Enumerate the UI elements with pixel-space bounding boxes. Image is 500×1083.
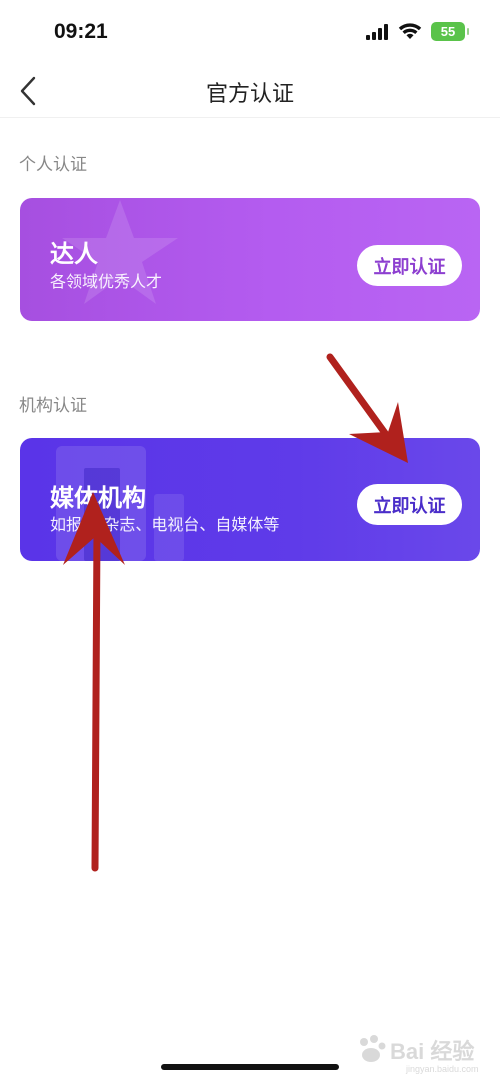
card-title: 达人 — [50, 240, 98, 268]
status-bar: 09:21 55 — [0, 0, 500, 64]
wifi-icon — [398, 23, 422, 39]
page-title: 官方认证 — [205, 82, 294, 107]
home-indicator[interactable] — [161, 1064, 339, 1070]
section-label-organization: 机构认证 — [19, 396, 87, 416]
media-organization-card[interactable]: 媒体机构 如报刊/杂志、电视台、自媒体等 立即认证 — [20, 438, 480, 561]
cellular-signal-icon — [366, 24, 388, 40]
talent-certify-button[interactable]: 立即认证 — [357, 245, 462, 286]
card-subtitle: 各领域优秀人才 — [50, 272, 163, 291]
baidu-jingyan-watermark: Bai 经验 jingyan.baidu.com — [350, 1030, 490, 1080]
watermark-brand: Bai 经验 — [390, 1039, 475, 1064]
media-certify-button[interactable]: 立即认证 — [357, 484, 462, 525]
battery-level: 55 — [440, 24, 456, 39]
card-subtitle: 如报刊/杂志、电视台、自媒体等 — [50, 515, 280, 534]
battery-icon: 55 — [431, 22, 469, 41]
status-time: 09:21 — [54, 20, 108, 43]
card-title: 媒体机构 — [50, 484, 146, 512]
watermark-site: jingyan.baidu.com — [406, 1064, 479, 1074]
navigation-bar: 官方认证 — [0, 64, 500, 118]
talent-certification-card[interactable]: 达人 各领域优秀人才 立即认证 — [20, 198, 480, 321]
section-label-personal: 个人认证 — [19, 155, 87, 175]
paw-logo-icon — [360, 1035, 386, 1062]
